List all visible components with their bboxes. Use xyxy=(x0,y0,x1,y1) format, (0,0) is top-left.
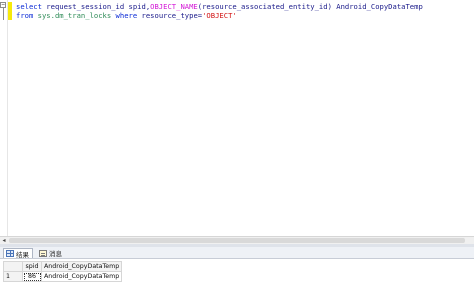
message-icon xyxy=(39,249,47,257)
code-text: resource_type= xyxy=(137,11,203,20)
query-editor[interactable]: − select request_session_id spid,OBJECT_… xyxy=(0,0,474,236)
fold-line xyxy=(3,8,4,20)
function-object-name: OBJECT_NAME xyxy=(150,2,198,11)
tab-results-label: 结果 xyxy=(16,250,29,259)
grid-icon xyxy=(6,250,14,257)
scroll-left-icon[interactable]: ◂ xyxy=(0,237,8,244)
system-object: sys.dm_tran_locks xyxy=(37,11,112,20)
tab-messages[interactable]: 消息 xyxy=(37,248,67,258)
cell-spid[interactable]: 86 xyxy=(22,271,42,282)
results-grid[interactable]: spid Android_CopyDataTemp 1 86 Android_C… xyxy=(3,261,123,282)
grid-header-row: spid Android_CopyDataTemp xyxy=(3,261,123,272)
sql-code[interactable]: select request_session_id spid,OBJECT_NA… xyxy=(16,2,423,20)
column-header-name[interactable]: Android_CopyDataTemp xyxy=(40,261,123,272)
table-row[interactable]: 1 86 Android_CopyDataTemp xyxy=(3,271,123,282)
horizontal-scrollbar[interactable]: ◂ xyxy=(0,236,474,244)
string-literal: 'OBJECT' xyxy=(202,11,237,20)
results-pane: spid Android_CopyDataTemp 1 86 Android_C… xyxy=(0,259,474,287)
cell-name[interactable]: Android_CopyDataTemp xyxy=(40,271,123,282)
code-text: Android_CopyDataTemp xyxy=(331,2,423,11)
scrollbar-thumb[interactable] xyxy=(9,238,465,243)
row-number[interactable]: 1 xyxy=(3,271,23,282)
keyword-where: where xyxy=(115,11,138,20)
code-text: request_session_id spid, xyxy=(41,2,151,11)
code-line-1: select request_session_id spid,OBJECT_NA… xyxy=(16,2,423,11)
code-line-2: from sys.dm_tran_locks where resource_ty… xyxy=(16,11,237,20)
column-header-spid[interactable]: spid xyxy=(22,261,42,272)
code-text: (resource_associated_entity_id) xyxy=(197,2,332,11)
change-indicator-bar xyxy=(8,2,12,20)
editor-gutter: − xyxy=(0,0,8,236)
tab-messages-label: 消息 xyxy=(49,250,62,258)
row-header-corner[interactable] xyxy=(3,261,23,272)
results-tab-bar: 结果 消息 xyxy=(0,247,474,259)
keyword-select: select xyxy=(16,2,42,11)
tab-results[interactable]: 结果 xyxy=(3,248,33,259)
keyword-from: from xyxy=(16,11,34,20)
